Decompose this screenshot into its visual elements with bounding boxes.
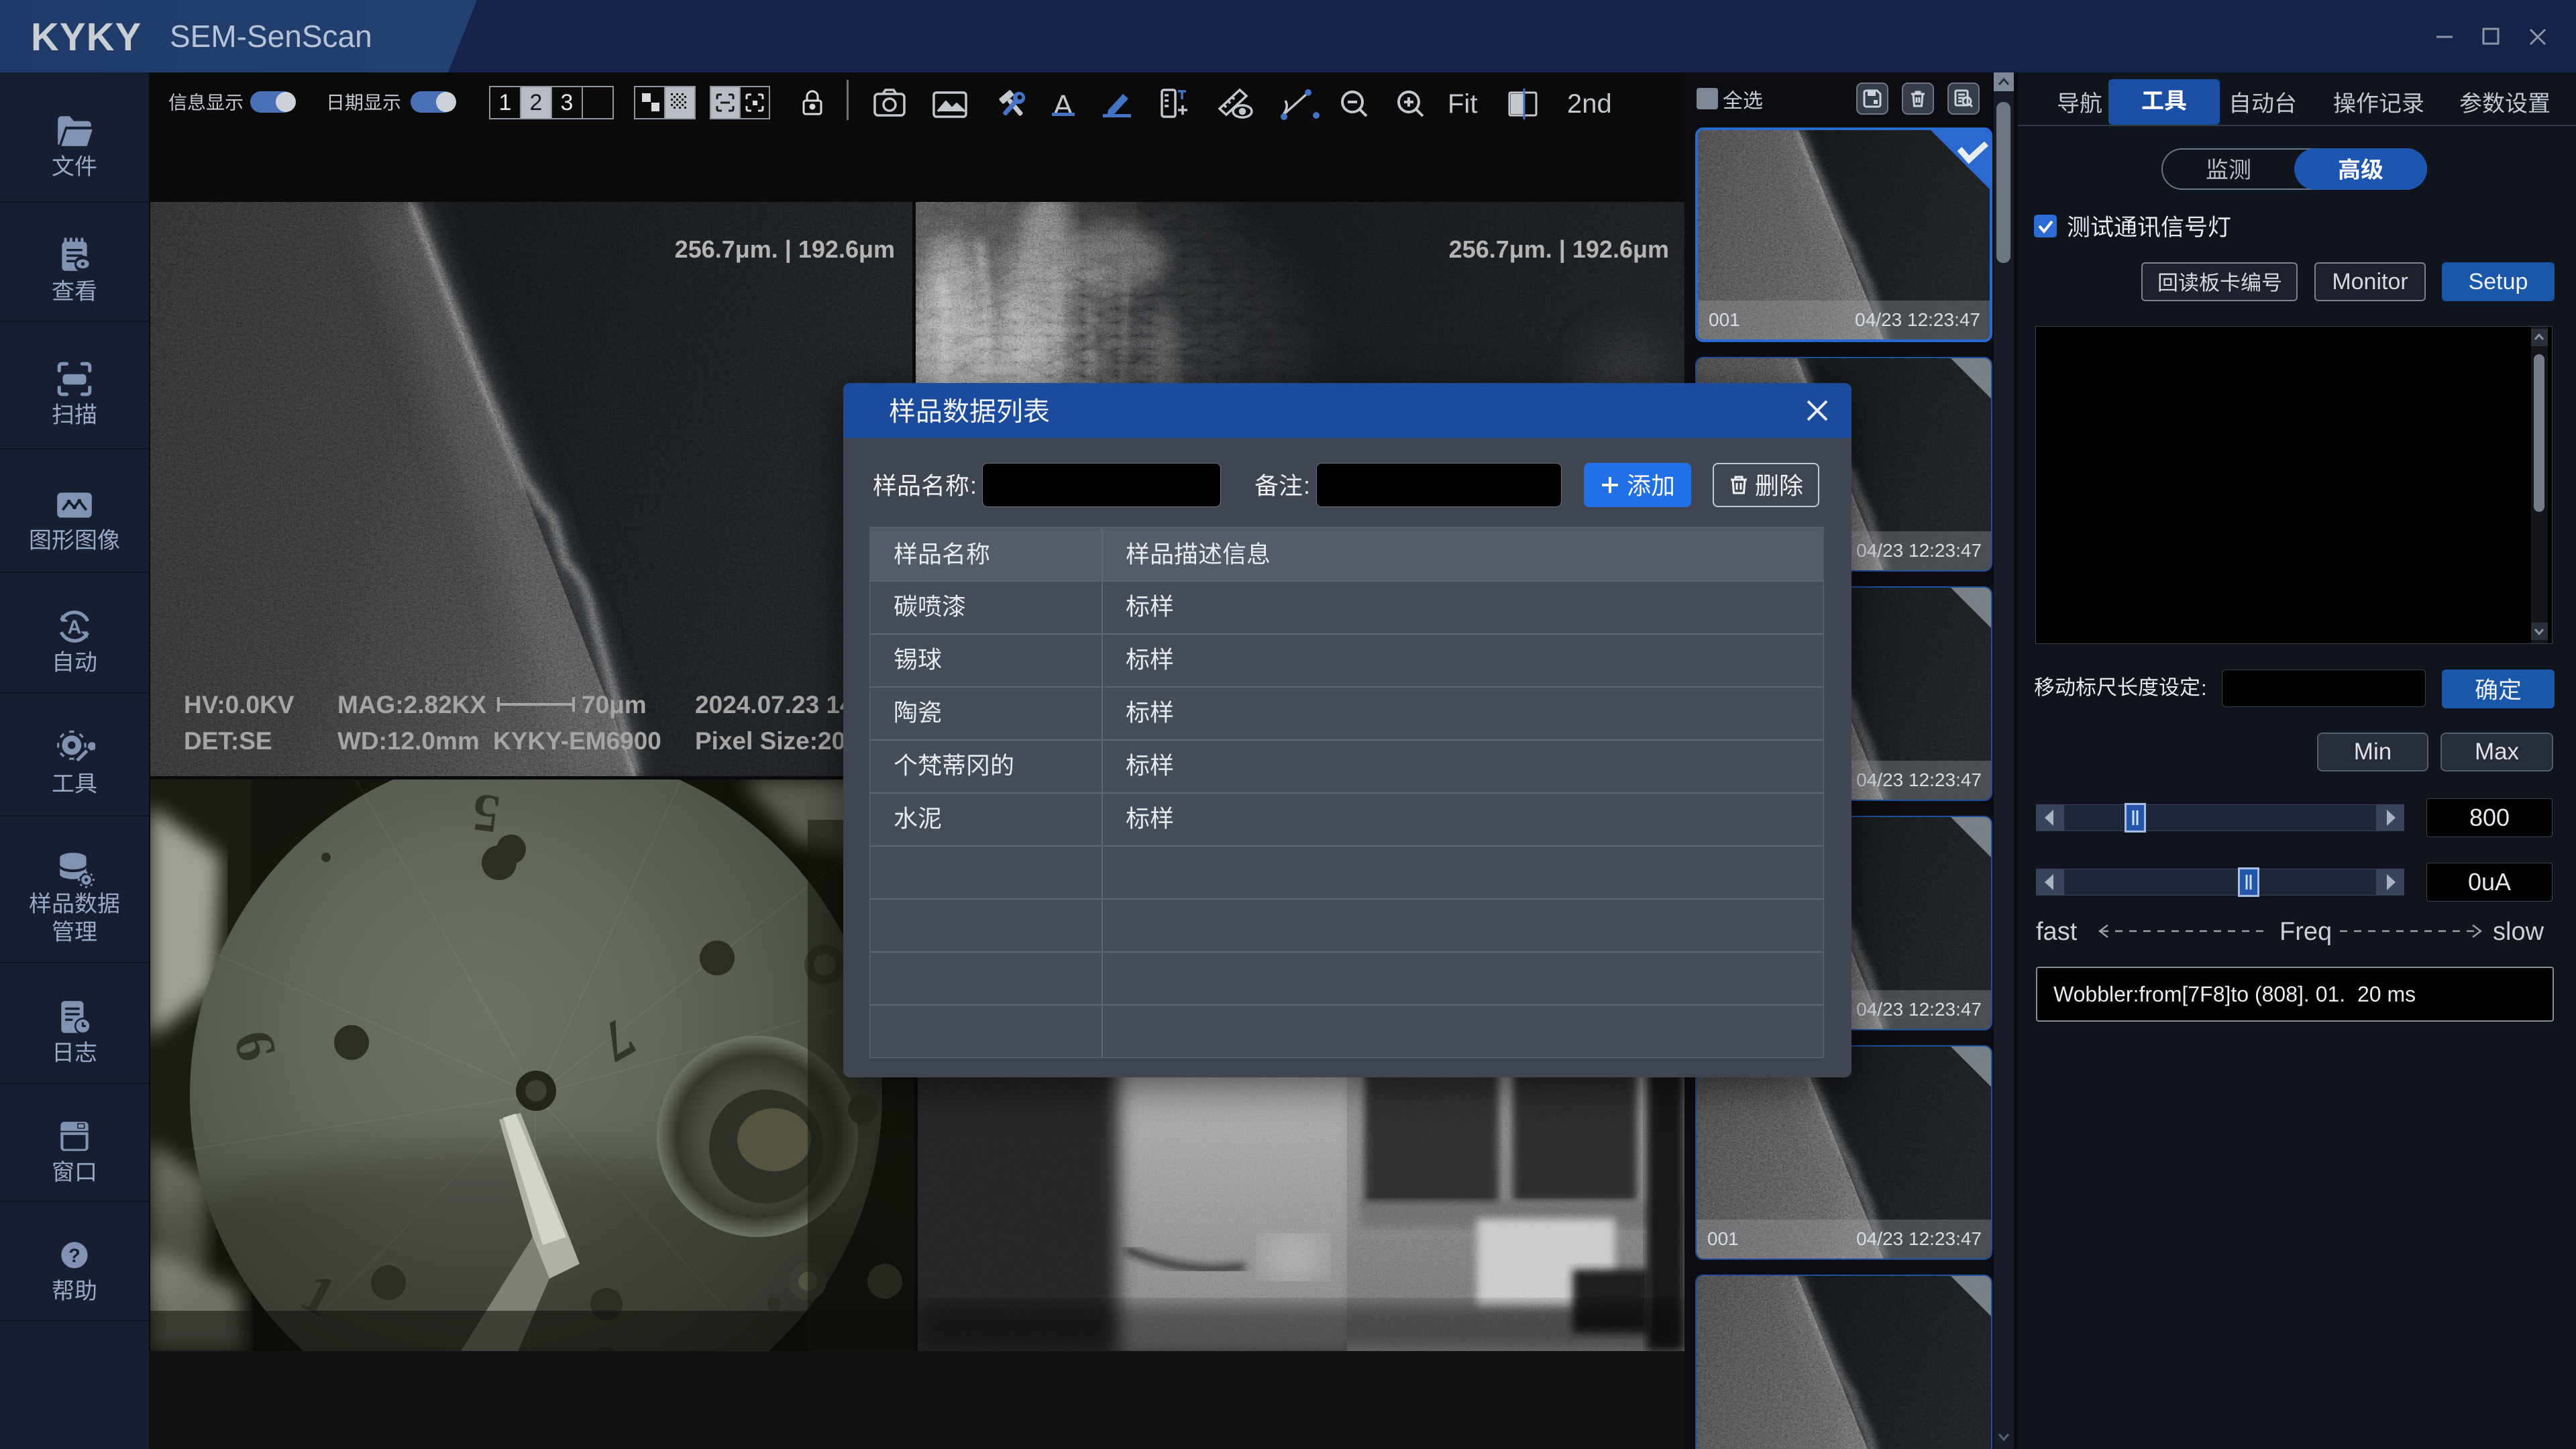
svg-text:?: ? [68,1245,80,1267]
svg-text:2nd: 2nd [1567,89,1612,119]
svg-text:Fit: Fit [1448,89,1477,119]
svg-text:A: A [68,616,82,638]
